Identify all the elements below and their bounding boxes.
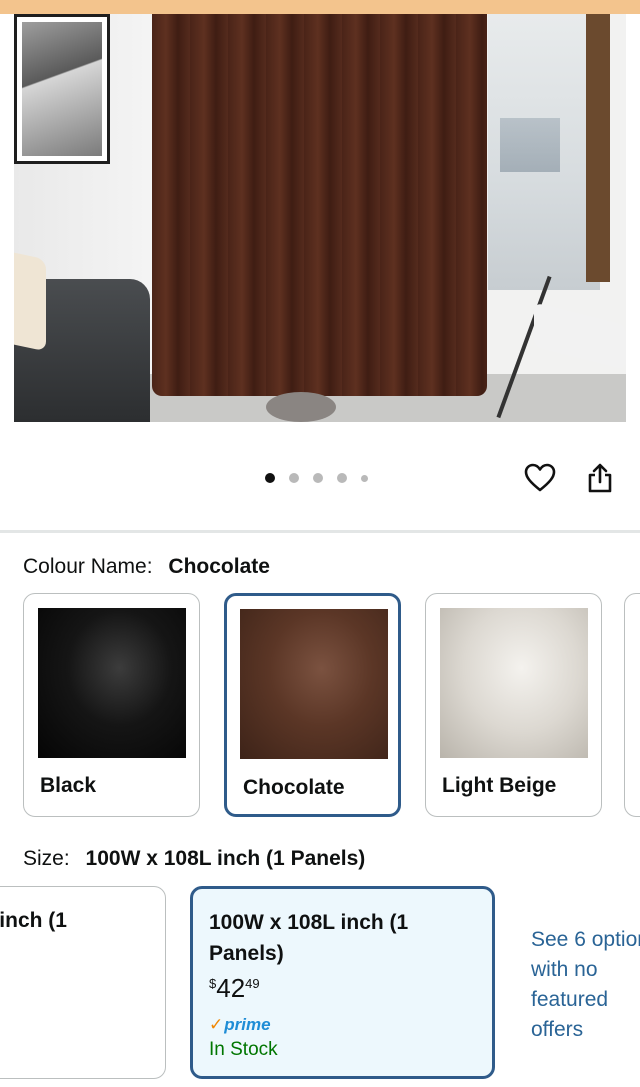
size-option-previous[interactable]: L inch (1 [0, 886, 166, 1079]
price-symbol: $ [209, 976, 217, 991]
size-label-row: Size: 100W x 108L inch (1 Panels) [23, 847, 365, 871]
see-more-options-link[interactable]: See 6 options with no featured offers [531, 925, 640, 1045]
carousel-dot[interactable] [265, 473, 275, 483]
colour-label-row: Colour Name: Chocolate [23, 555, 270, 579]
top-accent-bar [0, 0, 640, 14]
colour-label: Colour Name: [23, 555, 153, 578]
image-wall-art [14, 14, 110, 164]
colour-selected-value: Chocolate [168, 555, 270, 578]
image-table [266, 392, 336, 422]
image-window-frame [586, 14, 610, 282]
carousel-dot[interactable] [313, 473, 323, 483]
carousel-dot[interactable] [289, 473, 299, 483]
section-divider [0, 530, 640, 533]
carousel-dots[interactable] [265, 472, 368, 484]
colour-option-light-beige[interactable]: Light Beige [425, 593, 602, 817]
size-option-selected[interactable]: 100W x 108L inch (1 Panels) $ 42 49 ✓pri… [190, 886, 495, 1079]
product-image[interactable] [14, 14, 626, 422]
swatch-image [38, 608, 186, 758]
colour-option-chocolate[interactable]: Chocolate [224, 593, 401, 817]
prime-badge: ✓prime [209, 1015, 271, 1035]
colour-option-black[interactable]: Black [23, 593, 200, 817]
carousel-dot[interactable] [337, 473, 347, 483]
share-icon[interactable] [583, 459, 617, 497]
image-curtain [152, 14, 487, 396]
prime-label: prime [224, 1015, 271, 1034]
price-whole: 42 [216, 973, 246, 1003]
image-pillow [14, 252, 46, 352]
image-city [500, 118, 560, 172]
price: $ 42 49 [209, 973, 260, 1004]
price-fraction: 49 [245, 976, 260, 991]
colour-option-partial[interactable] [624, 593, 640, 817]
image-chair [534, 302, 626, 370]
heart-icon[interactable] [523, 459, 557, 497]
stock-status: In Stock [209, 1039, 278, 1060]
swatch-label: Light Beige [442, 774, 557, 797]
size-option-title: 100W x 108L inch (1 Panels) [209, 911, 409, 965]
size-selected-value: 100W x 108L inch (1 Panels) [85, 847, 366, 870]
swatch-label: Chocolate [243, 776, 345, 799]
prime-check-icon: ✓ [209, 1015, 224, 1034]
carousel-dot[interactable] [361, 474, 368, 482]
swatch-label: Black [40, 774, 97, 797]
swatch-image [440, 608, 588, 758]
size-label: Size: [23, 847, 70, 870]
swatch-image [240, 609, 388, 759]
